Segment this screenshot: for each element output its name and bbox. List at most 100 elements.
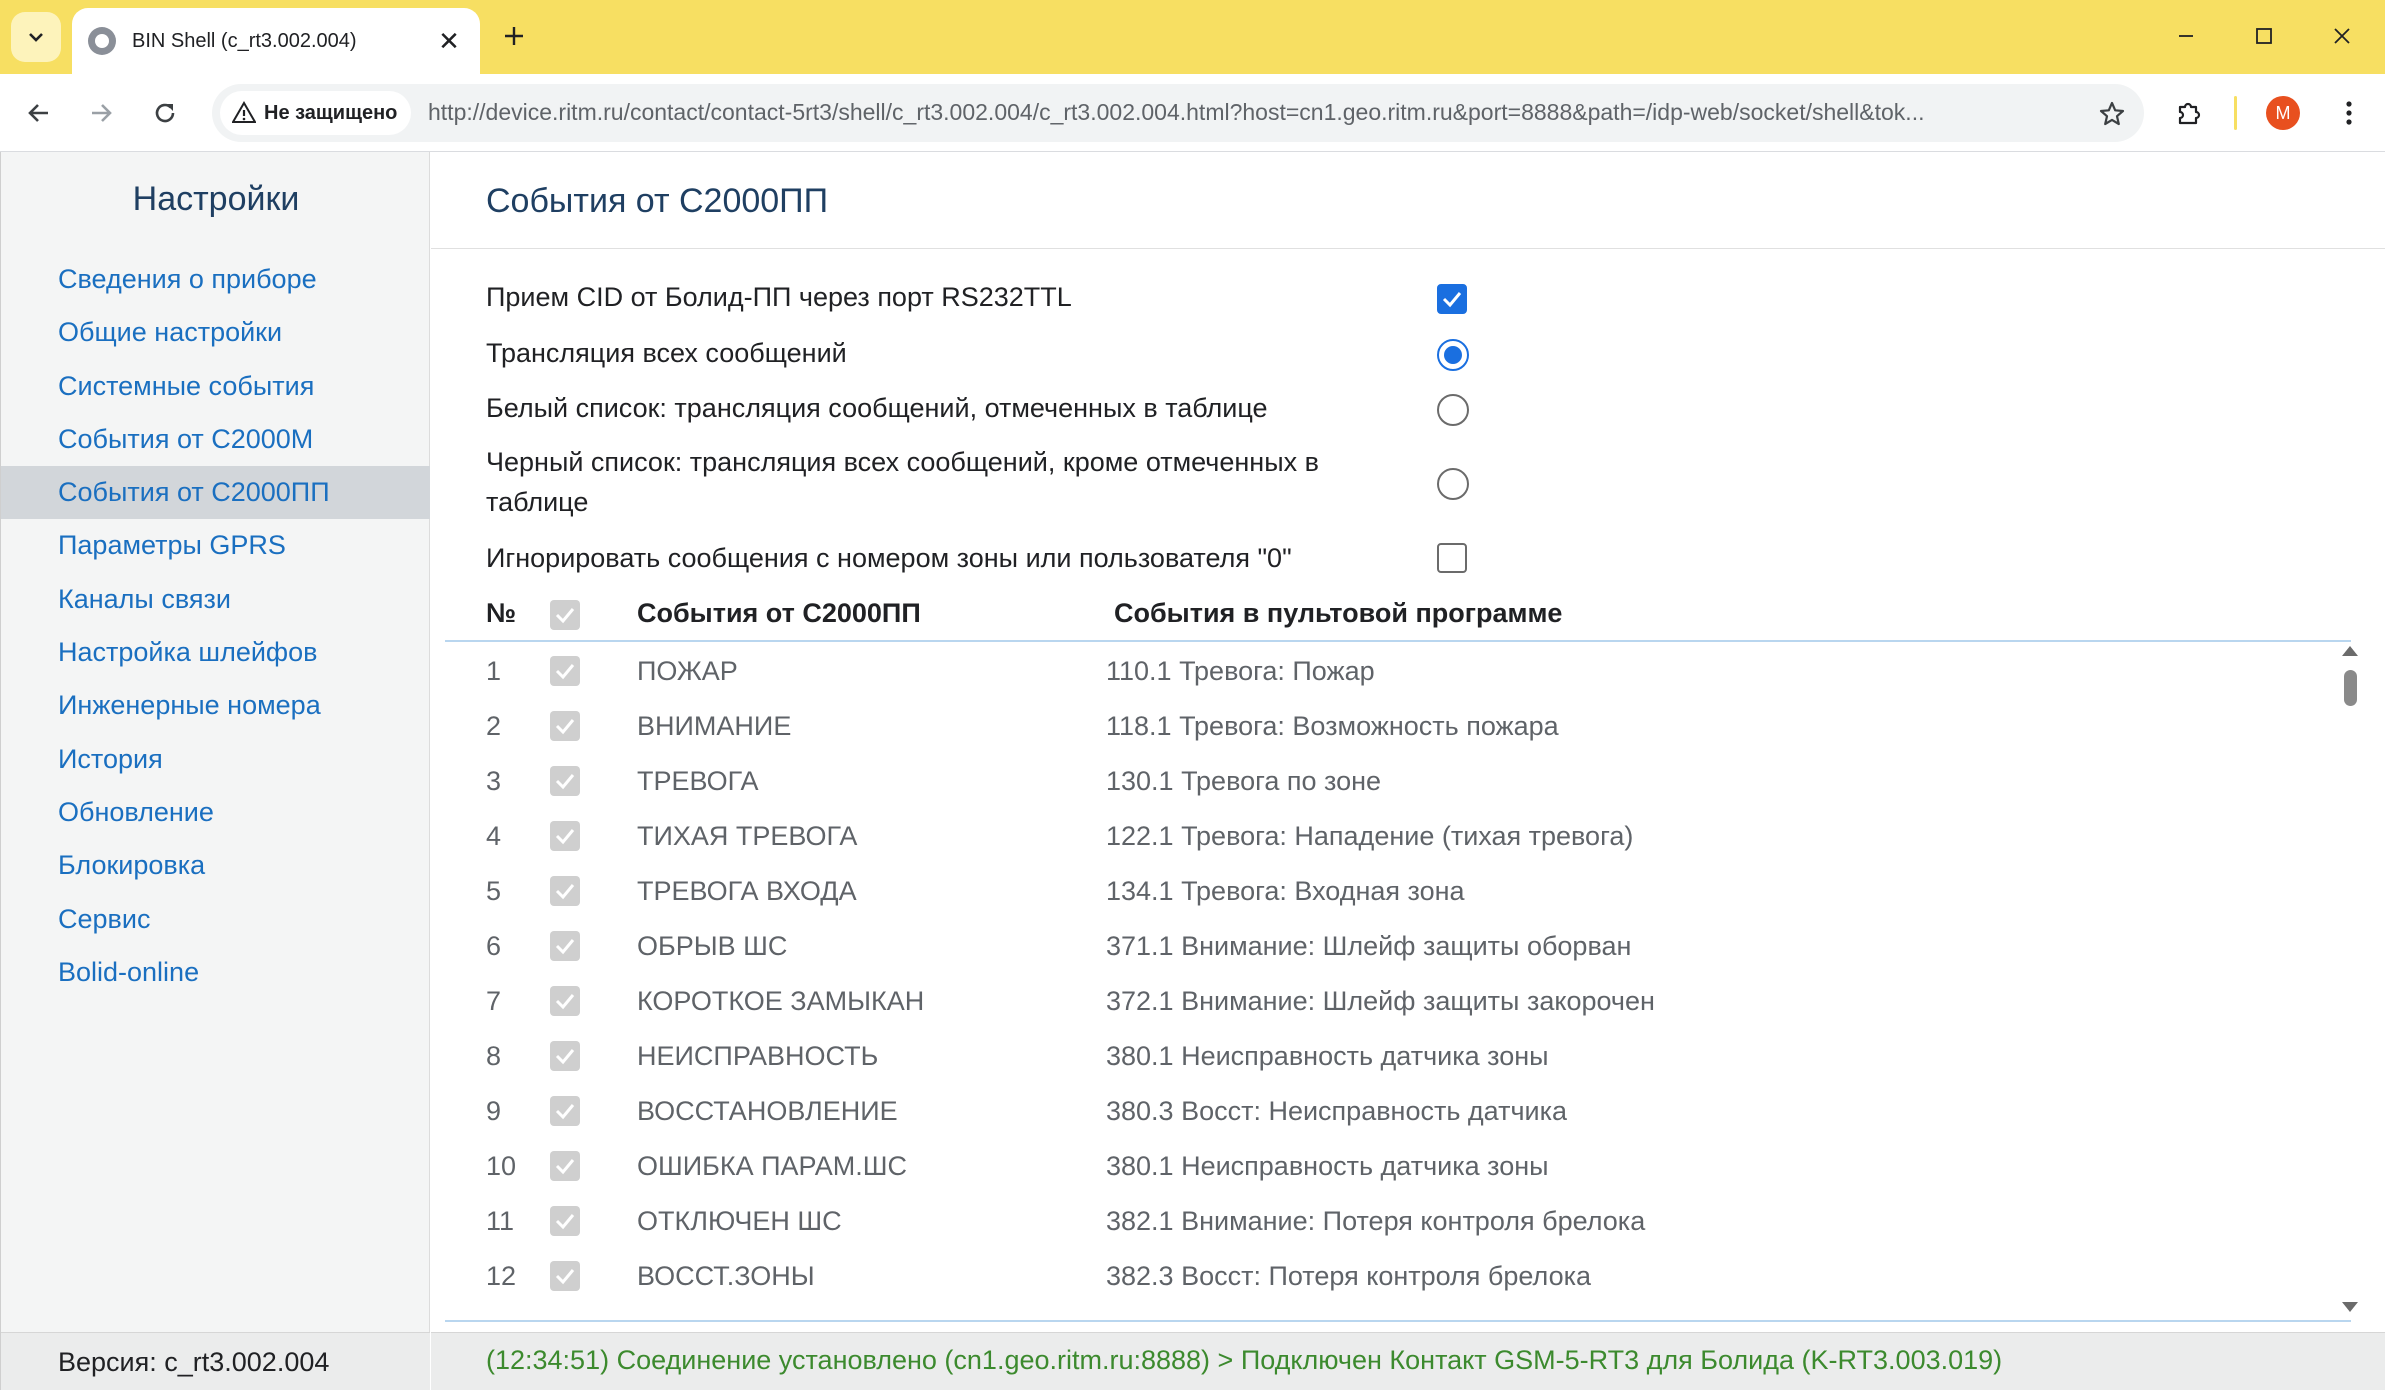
sidebar-item-gprs[interactable]: Параметры GPRS <box>1 519 430 572</box>
check-icon <box>1442 292 1462 308</box>
sidebar-item-c2000pp-events[interactable]: События от С2000ПП <box>1 466 430 520</box>
row-source-event: ВОССТ.ЗОНЫ <box>637 1261 815 1291</box>
sidebar-item-c2000m-events[interactable]: События от С2000М <box>1 413 430 466</box>
sidebar-menu: Сведения о приборе Общие настройки Систе… <box>1 253 430 999</box>
row-number: 7 <box>486 986 502 1016</box>
radio-checked[interactable] <box>1437 339 1469 371</box>
window-close-button[interactable] <box>2304 10 2380 62</box>
row-source-event: ТИХАЯ ТРЕВОГА <box>637 821 858 851</box>
row-console-event: 372.1 Внимание: Шлейф защиты закорочен <box>1106 986 1655 1016</box>
sidebar-item-engineer-numbers[interactable]: Инженерные номера <box>1 679 430 732</box>
sidebar-item-system-events[interactable]: Системные события <box>1 360 430 413</box>
row-checkbox[interactable] <box>550 1041 580 1071</box>
table-row[interactable]: 10 ОШИБКА ПАРАМ.ШС 380.1 Неисправность д… <box>445 1139 2325 1194</box>
status-bar: (12:34:51) Соединение установлено (cn1.g… <box>431 1332 2385 1390</box>
row-checkbox[interactable] <box>550 656 580 686</box>
row-checkbox[interactable] <box>550 821 580 851</box>
row-checkbox[interactable] <box>550 766 580 796</box>
row-checkbox[interactable] <box>550 876 580 906</box>
row-checkbox[interactable] <box>550 931 580 961</box>
sidebar-item-general-settings[interactable]: Общие настройки <box>1 306 430 359</box>
row-console-event: 118.1 Тревога: Возможность пожара <box>1106 711 1559 741</box>
window-minimize-button[interactable] <box>2148 10 2224 62</box>
option-label: Белый список: трансляция сообщений, отме… <box>486 393 1268 423</box>
close-tab-icon[interactable]: ✕ <box>434 26 464 57</box>
new-tab-button[interactable] <box>492 14 536 58</box>
bookmark-star-button[interactable] <box>2094 96 2130 132</box>
row-console-event: 371.1 Внимание: Шлейф защиты оборван <box>1106 931 1632 961</box>
scroll-down-arrow-icon[interactable] <box>2342 1302 2358 1312</box>
arrow-left-icon <box>28 104 48 122</box>
row-console-event: 110.1 Тревога: Пожар <box>1106 656 1375 686</box>
sidebar-item-bolid-online[interactable]: Bolid-online <box>1 946 430 999</box>
select-all-checkbox[interactable] <box>550 600 580 630</box>
checkbox-disabled <box>550 766 580 796</box>
sidebar-item-update[interactable]: Обновление <box>1 786 430 839</box>
tab-search-button[interactable] <box>11 12 61 62</box>
sidebar-item-channels[interactable]: Каналы связи <box>1 573 430 626</box>
check-icon <box>555 1214 575 1230</box>
check-icon <box>555 884 575 900</box>
sidebar-item-history[interactable]: История <box>1 733 430 786</box>
ignore-zero-checkbox[interactable] <box>1437 543 1467 573</box>
checkbox-disabled <box>550 711 580 741</box>
row-checkbox[interactable] <box>550 1096 580 1126</box>
table-row[interactable]: 2 ВНИМАНИЕ 118.1 Тревога: Возможность по… <box>445 699 2325 754</box>
forward-button[interactable] <box>76 88 126 138</box>
table-row[interactable]: 7 КОРОТКОЕ ЗАМЫКАН 372.1 Внимание: Шлейф… <box>445 974 2325 1029</box>
checkbox-disabled <box>550 1206 580 1236</box>
sidebar-item-service[interactable]: Сервис <box>1 893 430 946</box>
row-checkbox[interactable] <box>550 1261 580 1291</box>
address-bar[interactable]: Не защищено http://device.ritm.ru/contac… <box>212 84 2144 142</box>
table-row[interactable]: 4 ТИХАЯ ТРЕВОГА 122.1 Тревога: Нападение… <box>445 809 2325 864</box>
back-button[interactable] <box>14 88 64 138</box>
radio-unchecked[interactable] <box>1437 394 1469 426</box>
table-row[interactable]: 5 ТРЕВОГА ВХОДА 134.1 Тревога: Входная з… <box>445 864 2325 919</box>
url-text[interactable]: http://device.ritm.ru/contact/contact-5r… <box>428 99 2068 126</box>
blacklist-radio[interactable] <box>1437 468 1469 500</box>
translate-all-radio[interactable] <box>1437 339 1469 371</box>
checkbox-disabled <box>550 1041 580 1071</box>
events-table-body[interactable]: 1 ПОЖАР 110.1 Тревога: Пожар 2 ВНИМАНИЕ … <box>445 644 2351 1314</box>
table-scrollbar[interactable] <box>2337 644 2363 1316</box>
checkbox-disabled <box>550 876 580 906</box>
option-label: Черный список: трансляция всех сообщений… <box>486 447 1319 517</box>
profile-avatar[interactable]: M <box>2266 96 2300 130</box>
checkbox-unchecked[interactable] <box>1437 543 1467 573</box>
table-row[interactable]: 9 ВОССТАНОВЛЕНИЕ 380.3 Восст: Неисправно… <box>445 1084 2325 1139</box>
sidebar-item-device-info[interactable]: Сведения о приборе <box>1 253 430 306</box>
extensions-button[interactable] <box>2166 90 2212 136</box>
browser-tab[interactable]: BIN Shell (c_rt3.002.004) ✕ <box>72 8 480 74</box>
reload-button[interactable] <box>140 88 190 138</box>
row-console-event: 134.1 Тревога: Входная зона <box>1106 876 1465 906</box>
version-label: Версия: c_rt3.002.004 <box>1 1332 430 1390</box>
sidebar-item-loops[interactable]: Настройка шлейфов <box>1 626 430 679</box>
browser-menu-button[interactable] <box>2326 90 2372 136</box>
table-row[interactable]: 8 НЕИСПРАВНОСТЬ 380.1 Неисправность датч… <box>445 1029 2325 1084</box>
warning-icon <box>232 101 256 123</box>
cid-rs232-checkbox[interactable] <box>1437 284 1467 314</box>
table-row[interactable]: 11 ОТКЛЮЧЕН ШС 382.1 Внимание: Потеря ко… <box>445 1194 2325 1249</box>
table-row[interactable]: 3 ТРЕВОГА 130.1 Тревога по зоне <box>445 754 2325 809</box>
window-maximize-button[interactable] <box>2226 10 2302 62</box>
table-row[interactable]: 1 ПОЖАР 110.1 Тревога: Пожар <box>445 644 2325 699</box>
row-checkbox[interactable] <box>550 1206 580 1236</box>
security-chip[interactable]: Не защищено <box>220 91 412 135</box>
browser-tab-strip: BIN Shell (c_rt3.002.004) ✕ <box>0 0 2385 74</box>
whitelist-radio[interactable] <box>1437 394 1469 426</box>
security-label: Не защищено <box>264 101 398 124</box>
row-console-event: 380.1 Неисправность датчика зоны <box>1106 1041 1549 1071</box>
row-number: 8 <box>486 1041 502 1071</box>
radio-unchecked[interactable] <box>1437 468 1469 500</box>
row-checkbox[interactable] <box>550 986 580 1016</box>
scrollbar-thumb[interactable] <box>2344 670 2357 706</box>
sidebar-item-lock[interactable]: Блокировка <box>1 839 430 892</box>
checkbox-checked[interactable] <box>1437 284 1467 314</box>
checkbox-disabled <box>550 1151 580 1181</box>
row-checkbox[interactable] <box>550 711 580 741</box>
table-row[interactable]: 12 ВОССТ.ЗОНЫ 382.3 Восст: Потеря контро… <box>445 1249 2325 1304</box>
row-checkbox[interactable] <box>550 1151 580 1181</box>
table-row[interactable]: 6 ОБРЫВ ШС 371.1 Внимание: Шлейф защиты … <box>445 919 2325 974</box>
scroll-up-arrow-icon[interactable] <box>2342 646 2358 656</box>
row-number: 5 <box>486 876 502 906</box>
